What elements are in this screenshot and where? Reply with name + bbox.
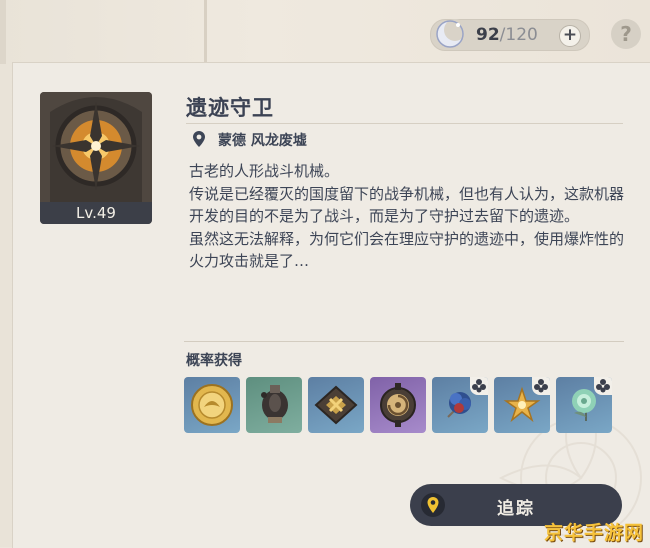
- artifact-set-badge-icon: [532, 377, 550, 395]
- drops-label: 概率获得: [186, 353, 242, 369]
- enemy-level: Lv.49: [40, 202, 152, 224]
- track-label: 追踪: [497, 499, 535, 519]
- page-edge: [0, 0, 6, 64]
- drop-item-chaos-gear[interactable]: [246, 377, 302, 433]
- artifact-set-badge-icon: [470, 377, 488, 395]
- drop-item-chaos-device[interactable]: [308, 377, 364, 433]
- chaos-device-icon: [314, 385, 358, 425]
- drop-item-artifact-1[interactable]: [432, 377, 488, 433]
- enemy-description: 古老的人形战斗机械。 传说是已经覆灭的国度留下的战争机械，但也有人认为，这款机器…: [189, 160, 629, 273]
- resin-value: 92/120: [476, 25, 538, 45]
- ruin-guard-icon: [40, 92, 152, 204]
- page-fold: [204, 0, 207, 64]
- chaos-circuit-icon: [380, 383, 416, 427]
- resin-counter: 92/120 +: [430, 19, 590, 51]
- title-divider: [186, 123, 623, 124]
- description-line-1: 古老的人形战斗机械。: [189, 162, 340, 180]
- drop-item-mora[interactable]: [184, 377, 240, 433]
- enemy-name: 遗迹守卫: [186, 96, 274, 120]
- help-button[interactable]: ?: [611, 19, 641, 49]
- description-line-2: 传说是已经覆灭的国度留下的战争机械，但也有人认为，这款机器开发的目的不是为了战斗…: [189, 184, 625, 226]
- gold-coin-icon: [191, 384, 233, 426]
- drop-item-artifact-3[interactable]: [556, 377, 612, 433]
- description-line-3: 虽然这无法解释，为何它们会在理应守护的遗迹中，使用爆炸性的火力攻击就是了…: [189, 229, 625, 271]
- artifact-set-badge-icon: [594, 377, 612, 395]
- enemy-portrait: Lv.49: [40, 92, 152, 224]
- location-pin-icon: [193, 131, 205, 147]
- enemy-location: 蒙德 风龙废墟: [218, 133, 307, 149]
- resin-max: /120: [499, 25, 538, 45]
- drops-divider: [184, 341, 624, 342]
- add-resin-button[interactable]: +: [559, 25, 581, 47]
- moon-resin-icon: [433, 17, 467, 51]
- resin-current: 92: [476, 25, 500, 45]
- site-watermark: 京华手游网: [543, 522, 644, 544]
- drop-item-chaos-circuit[interactable]: [370, 377, 426, 433]
- drop-item-artifact-2[interactable]: [494, 377, 550, 433]
- chaos-gear-icon: [261, 385, 288, 423]
